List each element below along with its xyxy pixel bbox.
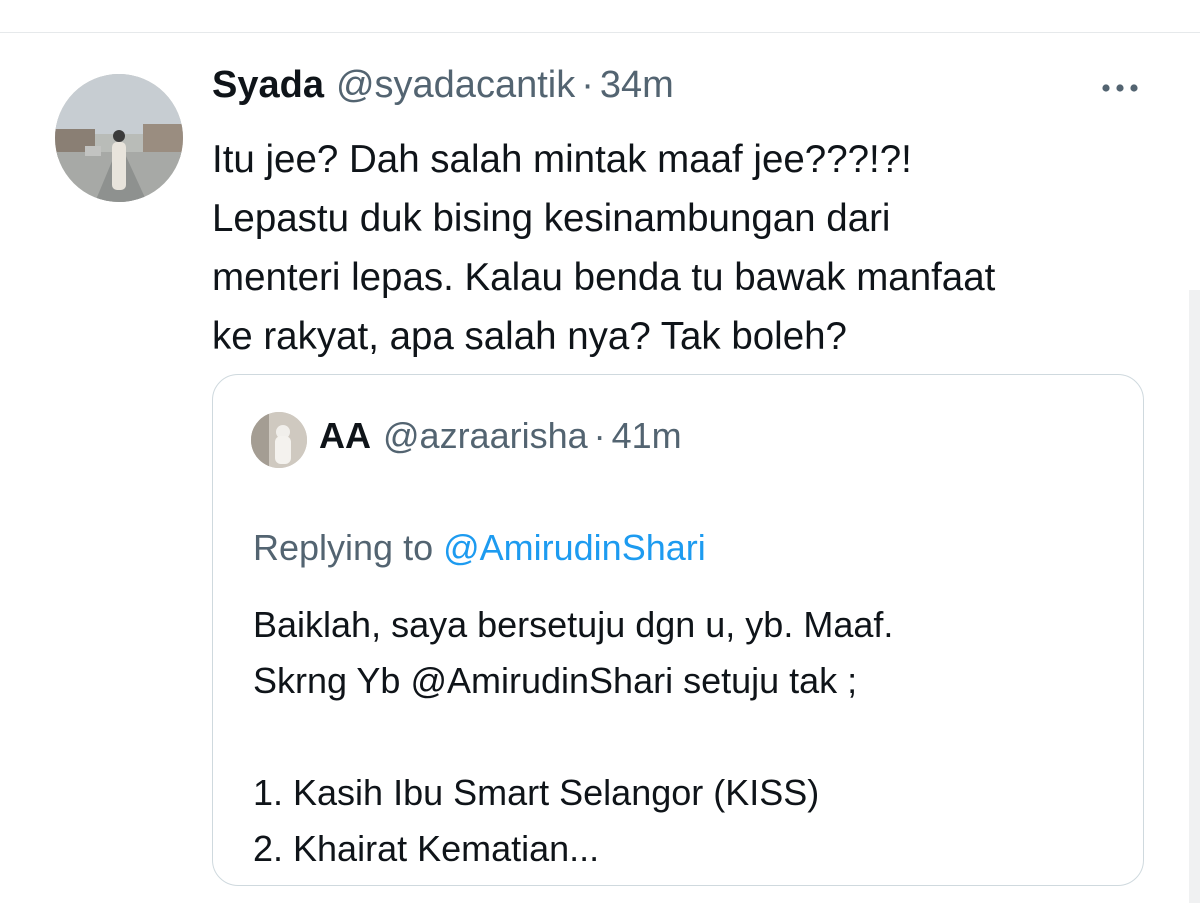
- top-divider: [0, 0, 1200, 33]
- quoted-text-line-2-suffix: setuju tak ;: [673, 660, 858, 701]
- replying-to-label: Replying to: [253, 527, 444, 568]
- quoted-author-name: AA: [319, 415, 371, 456]
- quoted-text-mention: @AmirudinShari: [410, 660, 674, 701]
- tweet[interactable]: Syada @syadacantik · 34m Itu jee? Dah sa…: [0, 34, 1200, 903]
- quoted-text-line-1: Baiklah, saya bersetuju dgn u, yb. Maaf.: [253, 604, 894, 645]
- quoted-text-line-2-prefix: Skrng Yb: [253, 660, 411, 701]
- separator-dot: ·: [581, 64, 594, 106]
- scrollbar-track[interactable]: [1189, 290, 1200, 903]
- more-dots-icon[interactable]: [1098, 76, 1142, 100]
- tweet-timestamp[interactable]: 34m: [600, 64, 674, 107]
- replying-to-line: Replying to @AmirudinShari: [253, 527, 706, 569]
- replying-to-mention[interactable]: @AmirudinShari: [443, 527, 706, 568]
- quoted-tweet-text: Baiklah, saya bersetuju dgn u, yb. Maaf.…: [253, 597, 1113, 877]
- separator-dot: ·: [593, 415, 606, 456]
- quoted-author-avatar: [251, 412, 307, 468]
- author-handle[interactable]: @syadacantik: [336, 64, 575, 107]
- author-name[interactable]: Syada: [212, 64, 324, 107]
- author-avatar[interactable]: [55, 74, 183, 202]
- quoted-author-handle: @azraarisha: [383, 415, 588, 456]
- tweet-text: Itu jee? Dah salah mintak maaf jee???!?!…: [212, 138, 996, 358]
- quoted-list-item-2: 2. Khairat Kematian...: [253, 828, 600, 869]
- quoted-tweet-card[interactable]: AA @azraarisha · 41m Replying to @Amirud…: [212, 374, 1144, 886]
- quoted-list-item-1: 1. Kasih Ibu Smart Selangor (KISS): [253, 772, 820, 813]
- quoted-tweet-header: AA @azraarisha · 41m: [319, 415, 682, 457]
- tweet-header: Syada @syadacantik · 34m: [212, 64, 674, 114]
- quoted-tweet-timestamp: 41m: [611, 415, 682, 456]
